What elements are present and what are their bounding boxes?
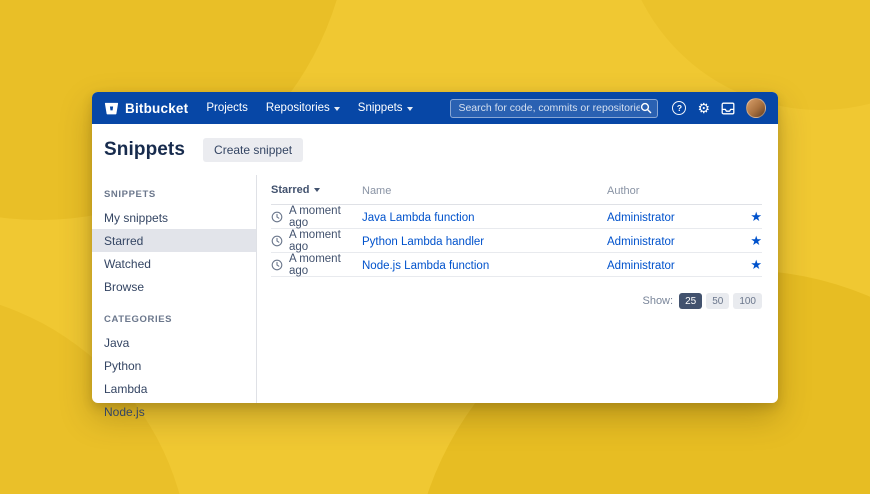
row-timestamp: A moment ago [289, 253, 362, 277]
author-link[interactable]: Administrator [607, 212, 675, 224]
chevron-down-icon [407, 107, 413, 111]
sidebar: Snippets My snippets Starred Watched Bro… [92, 175, 257, 403]
search-icon[interactable] [640, 102, 652, 114]
bitbucket-logo-icon [104, 101, 119, 116]
sidebar-item-lambda[interactable]: Lambda [92, 377, 256, 400]
starred-header-label: Starred [271, 184, 310, 196]
bitbucket-brand[interactable]: Bitbucket [104, 101, 188, 116]
table-row[interactable]: A moment ago Node.js Lambda function Adm… [271, 253, 762, 277]
sidebar-item-nodejs[interactable]: Node.js [92, 400, 256, 423]
create-snippet-button[interactable]: Create snippet [203, 138, 303, 162]
page-size-25[interactable]: 25 [679, 293, 702, 309]
nav-snippets[interactable]: Snippets [358, 102, 413, 114]
sidebar-item-browse[interactable]: Browse [92, 275, 256, 298]
sidebar-item-watched[interactable]: Watched [92, 252, 256, 275]
page-header: Snippets Create snippet [92, 124, 778, 175]
gear-icon[interactable]: ⚙ [697, 101, 710, 115]
search-input[interactable] [458, 102, 640, 114]
content-area: Snippets My snippets Starred Watched Bro… [92, 175, 778, 403]
snippet-link[interactable]: Node.js Lambda function [362, 260, 489, 272]
table-row[interactable]: A moment ago Java Lambda function Admini… [271, 205, 762, 229]
sidebar-heading-categories: Categories [92, 310, 256, 331]
brand-label: Bitbucket [125, 101, 188, 116]
clock-icon [271, 211, 283, 223]
page-title: Snippets [104, 139, 185, 161]
sidebar-item-starred[interactable]: Starred [92, 229, 256, 252]
sidebar-item-python[interactable]: Python [92, 354, 256, 377]
inbox-icon[interactable] [721, 102, 735, 115]
star-icon[interactable]: ★ [750, 234, 762, 247]
sidebar-item-my-snippets[interactable]: My snippets [92, 206, 256, 229]
author-link[interactable]: Administrator [607, 260, 675, 272]
table-header-row: Starred Name Author [271, 175, 762, 205]
user-avatar[interactable] [746, 98, 766, 118]
sidebar-heading-snippets: Snippets [92, 185, 256, 206]
bitbucket-window: Bitbucket Projects Repositories Snippets… [92, 92, 778, 403]
nav-snippets-label: Snippets [358, 102, 403, 114]
page-size-50[interactable]: 50 [706, 293, 729, 309]
snippet-link[interactable]: Python Lambda handler [362, 236, 484, 248]
star-icon[interactable]: ★ [750, 210, 762, 223]
author-link[interactable]: Administrator [607, 236, 675, 248]
snippet-link[interactable]: Java Lambda function [362, 212, 475, 224]
clock-icon [271, 259, 283, 271]
sidebar-item-java[interactable]: Java [92, 331, 256, 354]
row-timestamp: A moment ago [289, 229, 362, 253]
snippets-table: Starred Name Author A moment ago Java La… [257, 175, 778, 403]
sort-starred-header[interactable]: Starred [271, 184, 320, 196]
nav-projects[interactable]: Projects [206, 102, 248, 114]
row-timestamp: A moment ago [289, 205, 362, 229]
search-box[interactable] [450, 99, 658, 118]
nav-repositories[interactable]: Repositories [266, 102, 340, 114]
navbar-icons: ? ⚙ [672, 98, 766, 118]
sort-caret-icon [314, 188, 320, 192]
name-header: Name [362, 185, 391, 197]
top-navbar: Bitbucket Projects Repositories Snippets… [92, 92, 778, 124]
star-icon[interactable]: ★ [750, 258, 762, 271]
table-row[interactable]: A moment ago Python Lambda handler Admin… [271, 229, 762, 253]
author-header: Author [607, 185, 639, 197]
help-icon[interactable]: ? [672, 101, 686, 115]
nav-projects-label: Projects [206, 102, 248, 114]
primary-nav: Projects Repositories Snippets [206, 102, 412, 114]
page-size-100[interactable]: 100 [733, 293, 762, 309]
chevron-down-icon [334, 107, 340, 111]
page-size-selector: Show: 25 50 100 [271, 293, 762, 309]
nav-repositories-label: Repositories [266, 102, 330, 114]
show-label: Show: [642, 295, 673, 307]
clock-icon [271, 235, 283, 247]
